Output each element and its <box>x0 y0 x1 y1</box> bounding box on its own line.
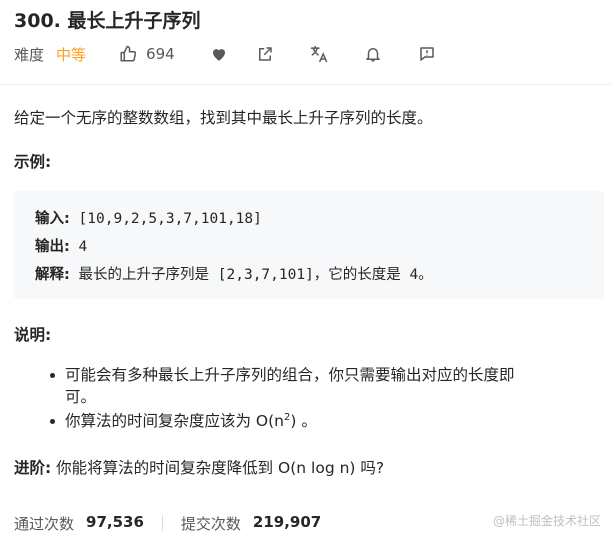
explain-label: 解释: <box>35 267 70 283</box>
feedback-icon <box>418 45 436 63</box>
stats-divider <box>161 515 163 531</box>
share-button[interactable] <box>255 44 275 64</box>
watermark: @稀土掘金技术社区 <box>492 514 601 528</box>
translate-button[interactable] <box>309 44 329 64</box>
list-item: 可能会有多种最长上升子序列的组合，你只需要输出对应的长度即 可。 <box>14 364 604 408</box>
translate-icon <box>309 44 329 64</box>
output-label: 输出: <box>35 239 70 255</box>
thumbs-up-icon <box>118 44 138 64</box>
submitted-count: 219,907 <box>252 513 322 531</box>
favorite-button[interactable] <box>209 44 229 64</box>
problem-title: 300. 最长上升子序列 <box>14 10 201 32</box>
note-2-prefix: 你算法的时间复杂度应该为 O(n <box>65 412 284 430</box>
difficulty-label: 难度 <box>14 45 45 64</box>
like-count: 694 <box>146 45 175 63</box>
advanced-label: 进阶: <box>14 459 52 477</box>
list-item: 你算法的时间复杂度应该为 O(n2) 。 <box>14 410 604 432</box>
note-2-suffix: ) 。 <box>290 412 317 430</box>
advanced-section: 进阶: 你能将算法的时间复杂度降低到 O(n log n) 吗? <box>14 456 384 478</box>
notes-heading: 说明: <box>14 326 52 344</box>
like-button[interactable]: 694 <box>118 44 175 64</box>
heart-icon <box>210 45 228 63</box>
feedback-button[interactable] <box>417 44 437 64</box>
example-block: 输入: [10,9,2,5,3,7,101,18] 输出: 4 解释: 最长的上… <box>14 191 604 299</box>
subscribe-button[interactable] <box>363 44 383 64</box>
problem-description: 给定一个无序的整数数组，找到其中最长上升子序列的长度。 <box>14 109 433 127</box>
note-1-line-1: 可能会有多种最长上升子序列的组合，你只需要输出对应的长度即 <box>65 366 515 384</box>
accepted-count: 97,536 <box>86 513 144 531</box>
share-icon <box>256 45 274 63</box>
input-value: [10,9,2,5,3,7,101,18] <box>69 211 262 227</box>
explain-value: 最长的上升子序列是 [2,3,7,101]，它的长度是 4。 <box>69 267 433 283</box>
bell-icon <box>364 45 382 63</box>
output-value: 4 <box>69 239 88 255</box>
header-divider <box>0 84 611 85</box>
example-explain-line: 解释: 最长的上升子序列是 [2,3,7,101]，它的长度是 4。 <box>35 263 433 284</box>
bullet <box>50 373 55 378</box>
example-heading: 示例: <box>14 153 52 171</box>
bullet <box>50 419 55 424</box>
submission-stats: 通过次数 97,536 提交次数 219,907 <box>14 513 321 534</box>
submitted-label: 提交次数 <box>180 515 241 533</box>
example-output-line: 输出: 4 <box>35 235 87 256</box>
notes-list: 可能会有多种最长上升子序列的组合，你只需要输出对应的长度即 可。 你算法的时间复… <box>14 364 604 432</box>
input-label: 输入: <box>35 211 70 227</box>
advanced-text: 你能将算法的时间复杂度降低到 O(n log n) 吗? <box>51 459 385 477</box>
note-2-exponent: 2 <box>284 412 291 423</box>
accepted-label: 通过次数 <box>14 515 75 533</box>
note-1-line-2: 可。 <box>65 388 97 406</box>
example-input-line: 输入: [10,9,2,5,3,7,101,18] <box>35 207 262 228</box>
difficulty-badge: 中等 <box>56 45 87 64</box>
problem-meta-bar: 难度 中等 694 <box>14 42 437 66</box>
